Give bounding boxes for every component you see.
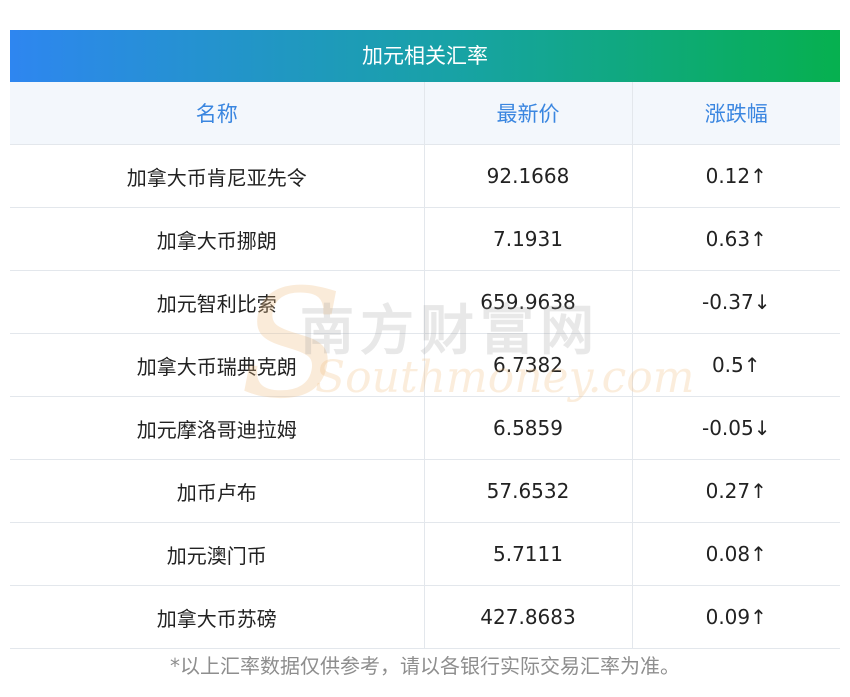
latest-price: 57.6532 [423,459,633,523]
table-row: 加拿大币肯尼亚先令 92.1668 0.12↑ [10,144,840,208]
disclaimer-footnote: *以上汇率数据仅供参考，请以各银行实际交易汇率为准。 [170,654,680,678]
table-header-row: 名称 最新价 涨跌幅 [10,82,840,145]
table-row: 加拿大币瑞典克朗 6.7382 0.5↑ [10,333,840,397]
rates-panel: 加元相关汇率 名称 最新价 涨跌幅 加拿大币肯尼亚先令 92.1668 0.12… [10,30,840,649]
rates-table: 名称 最新价 涨跌幅 加拿大币肯尼亚先令 92.1668 0.12↑ 加拿大币挪… [10,82,840,649]
change-percent: 0.63↑ [631,207,840,271]
currency-name[interactable]: 加币卢布 [10,459,425,523]
header-change: 涨跌幅 [631,82,840,145]
header-price: 最新价 [423,82,633,145]
currency-name[interactable]: 加拿大币肯尼亚先令 [10,144,425,208]
currency-name[interactable]: 加拿大币瑞典克朗 [10,333,425,397]
change-percent: 0.09↑ [631,585,840,649]
latest-price: 659.9638 [423,270,633,334]
table-row: 加币卢布 57.6532 0.27↑ [10,459,840,523]
table-row: 加拿大币苏磅 427.8683 0.09↑ [10,585,840,649]
change-percent: 0.27↑ [631,459,840,523]
table-row: 加元澳门币 5.7111 0.08↑ [10,522,840,586]
latest-price: 6.5859 [423,396,633,460]
change-percent: 0.12↑ [631,144,840,208]
latest-price: 6.7382 [423,333,633,397]
latest-price: 7.1931 [423,207,633,271]
currency-name[interactable]: 加元澳门币 [10,522,425,586]
table-row: 加元摩洛哥迪拉姆 6.5859 -0.05↓ [10,396,840,460]
latest-price: 427.8683 [423,585,633,649]
change-percent: 0.08↑ [631,522,840,586]
latest-price: 92.1668 [423,144,633,208]
currency-name[interactable]: 加元摩洛哥迪拉姆 [10,396,425,460]
table-row: 加拿大币挪朗 7.1931 0.63↑ [10,207,840,271]
change-percent: -0.37↓ [631,270,840,334]
table-row: 加元智利比索 659.9638 -0.37↓ [10,270,840,334]
panel-title: 加元相关汇率 [10,30,840,82]
change-percent: 0.5↑ [631,333,840,397]
currency-name[interactable]: 加拿大币苏磅 [10,585,425,649]
currency-name[interactable]: 加元智利比索 [10,270,425,334]
latest-price: 5.7111 [423,522,633,586]
header-name: 名称 [10,82,425,145]
change-percent: -0.05↓ [631,396,840,460]
currency-name[interactable]: 加拿大币挪朗 [10,207,425,271]
